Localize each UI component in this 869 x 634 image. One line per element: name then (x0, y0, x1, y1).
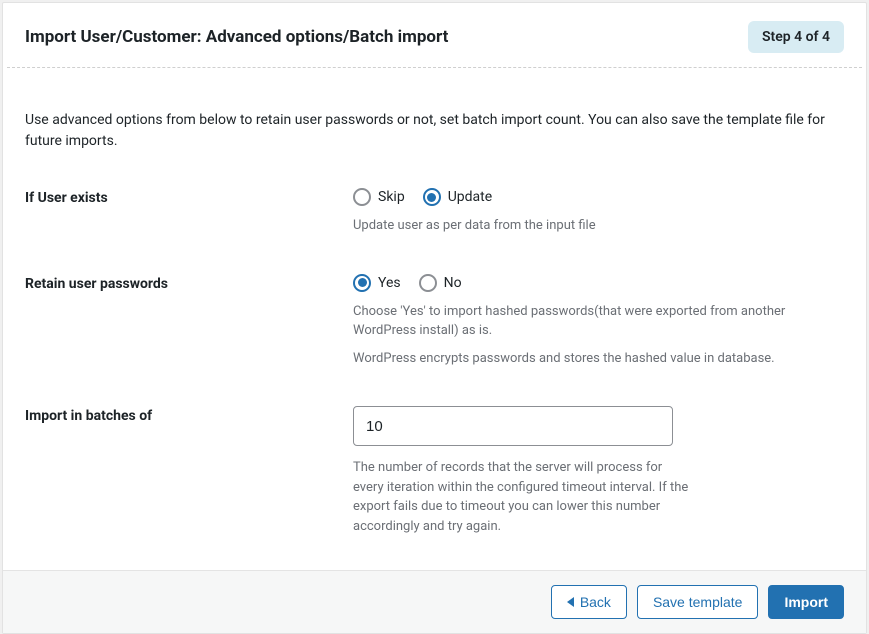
save-template-label: Save template (653, 594, 743, 610)
radio-yes[interactable]: Yes (353, 274, 401, 292)
radio-update[interactable]: Update (423, 188, 492, 206)
radio-circle-icon (353, 188, 371, 206)
import-button[interactable]: Import (768, 585, 844, 619)
label-batch: Import in batches of (25, 406, 353, 424)
radio-no[interactable]: No (419, 274, 462, 292)
save-template-button[interactable]: Save template (637, 585, 759, 619)
control-retain-passwords: Yes No Choose 'Yes' to import hashed pas… (353, 274, 844, 369)
intro-text: Use advanced options from below to retai… (3, 68, 866, 152)
back-button[interactable]: Back (551, 585, 627, 619)
radio-yes-label: Yes (378, 275, 401, 291)
radio-circle-checked-icon (423, 188, 441, 206)
control-user-exists: Skip Update Update user as per data from… (353, 188, 844, 236)
radio-update-label: Update (448, 189, 492, 205)
row-user-exists: If User exists Skip Update Update user a… (25, 188, 844, 236)
card-header: Import User/Customer: Advanced options/B… (3, 3, 866, 67)
chevron-left-icon (567, 597, 574, 607)
row-retain-passwords: Retain user passwords Yes No Choose 'Yes… (25, 274, 844, 369)
help-retain-passwords-1: Choose 'Yes' to import hashed passwords(… (353, 302, 844, 341)
radio-dot-icon (358, 278, 367, 287)
radio-group-user-exists: Skip Update (353, 188, 844, 206)
label-user-exists: If User exists (25, 188, 353, 206)
back-button-label: Back (580, 594, 611, 610)
step-badge: Step 4 of 4 (748, 21, 844, 53)
footer: Back Save template Import (3, 570, 866, 633)
help-batch: The number of records that the server wi… (353, 458, 693, 536)
radio-skip[interactable]: Skip (353, 188, 405, 206)
page-title: Import User/Customer: Advanced options/B… (25, 27, 448, 47)
import-card: Import User/Customer: Advanced options/B… (2, 2, 867, 634)
help-retain-passwords-2: WordPress encrypts passwords and stores … (353, 349, 844, 369)
radio-circle-icon (419, 274, 437, 292)
radio-no-label: No (444, 275, 462, 291)
radio-group-retain-passwords: Yes No (353, 274, 844, 292)
radio-dot-icon (427, 193, 436, 202)
batch-input[interactable] (353, 406, 673, 446)
import-button-label: Import (784, 594, 828, 610)
control-batch: The number of records that the server wi… (353, 406, 844, 536)
form-area: If User exists Skip Update Update user a… (3, 152, 866, 570)
radio-circle-checked-icon (353, 274, 371, 292)
help-user-exists: Update user as per data from the input f… (353, 216, 844, 236)
row-batch: Import in batches of The number of recor… (25, 406, 844, 536)
label-retain-passwords: Retain user passwords (25, 274, 353, 292)
radio-skip-label: Skip (378, 189, 405, 205)
